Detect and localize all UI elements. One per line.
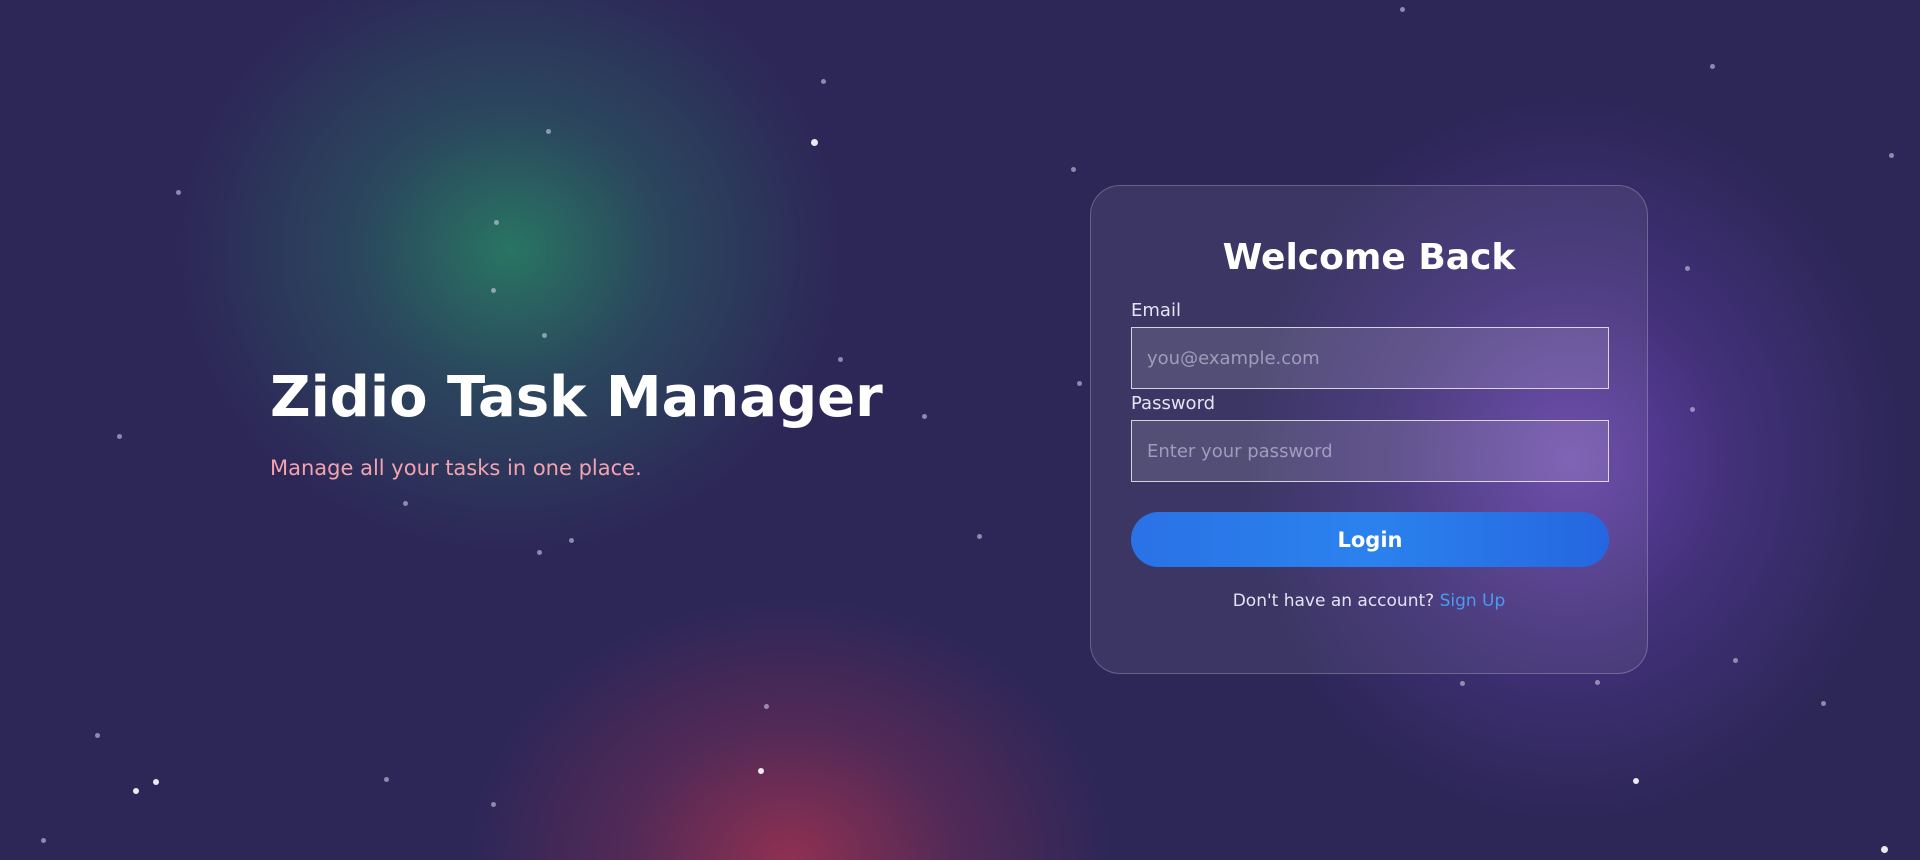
- signup-link[interactable]: Sign Up: [1440, 591, 1506, 611]
- email-field[interactable]: [1131, 327, 1609, 389]
- app-title: Zidio Task Manager: [270, 365, 883, 430]
- login-button[interactable]: Login: [1131, 512, 1609, 567]
- signup-prompt-text: Don't have an account?: [1232, 591, 1435, 611]
- login-card-title: Welcome Back: [1222, 237, 1516, 278]
- login-card: Welcome Back Email Password Login Don't …: [1090, 185, 1648, 674]
- email-label: Email: [1131, 300, 1181, 321]
- hero-section: Zidio Task Manager Manage all your tasks…: [270, 365, 883, 480]
- signup-prompt-line: Don't have an account? Sign Up: [1131, 591, 1607, 611]
- password-field[interactable]: [1131, 420, 1609, 482]
- password-label: Password: [1131, 393, 1216, 414]
- app-tagline: Manage all your tasks in one place.: [270, 456, 642, 480]
